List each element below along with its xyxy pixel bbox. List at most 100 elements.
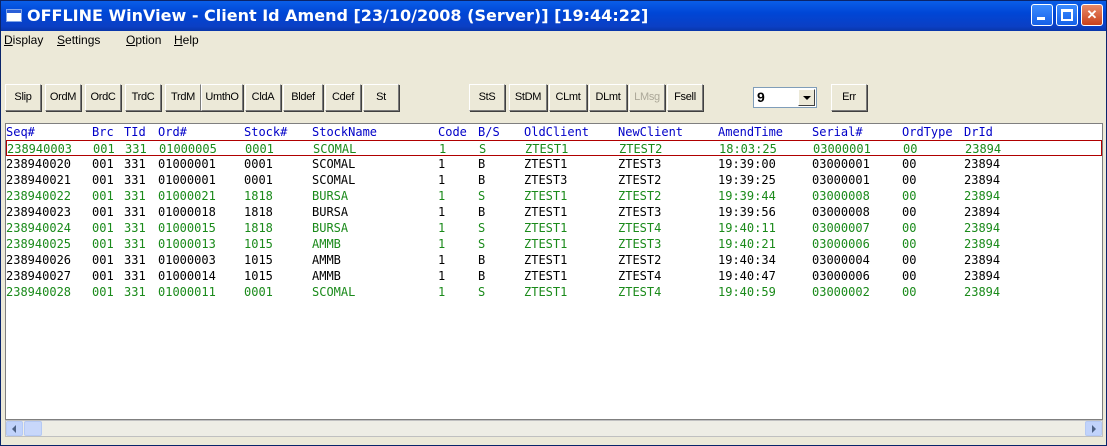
umtho-button[interactable]: UmthO: [201, 84, 243, 111]
header-ordtype[interactable]: OrdType: [902, 125, 953, 139]
cell-amendtime: 19:39:44: [718, 189, 776, 203]
cell-brc: 001: [93, 142, 115, 156]
cell-drid: 23894: [965, 142, 1002, 156]
horizontal-scrollbar[interactable]: [5, 420, 1103, 437]
cell-ord: 01000001: [158, 173, 216, 187]
st-button[interactable]: St: [363, 84, 399, 111]
cell-stockname: AMMB: [312, 237, 341, 251]
cell-newclient: ZTEST4: [618, 285, 662, 299]
cell-ord: 01000013: [158, 237, 216, 251]
cell-newclient: ZTEST4: [618, 221, 662, 235]
cell-drid: 23894: [964, 173, 1001, 187]
menu-settings[interactable]: Settings: [57, 33, 100, 47]
cell-ordtype: 00: [902, 205, 917, 219]
header-bs[interactable]: B/S: [478, 125, 500, 139]
table-row[interactable]: 238940023 001 331 01000018 1818 BURSA 1 B ZTEST1…: [6, 204, 1102, 220]
table-row[interactable]: 238940028 001 331 01000011 0001 SCOMAL 1 S ZTEST…: [6, 284, 1102, 300]
slip-button[interactable]: Slip: [5, 84, 41, 111]
cell-stock-no: 0001: [244, 157, 273, 171]
menu-option[interactable]: Option: [126, 33, 161, 47]
menu-display[interactable]: Display: [4, 33, 43, 47]
cell-code: 1: [438, 205, 446, 219]
ordm-button[interactable]: OrdM: [45, 84, 81, 111]
ordc-button[interactable]: OrdC: [85, 84, 121, 111]
cell-oldclient: ZTEST1: [524, 221, 568, 235]
sts-button[interactable]: StS: [469, 84, 505, 111]
header-stockname[interactable]: StockName: [312, 125, 377, 139]
maximize-button[interactable]: [1056, 4, 1078, 26]
header-newclient[interactable]: NewClient: [618, 125, 683, 139]
cell-code: 1: [438, 237, 446, 251]
table-row[interactable]: 238940027 001 331 01000014 1015 AMMB 1 B ZTEST1 Z…: [6, 268, 1102, 284]
cell-ord: 01000003: [158, 253, 216, 267]
cell-code: 1: [438, 253, 446, 267]
cell-stock-no: 1015: [244, 253, 273, 267]
cell-ordtype: 00: [902, 173, 917, 187]
cell-brc: 001: [92, 157, 114, 171]
cell-brc: 001: [92, 173, 114, 187]
header-code[interactable]: Code: [438, 125, 467, 139]
cell-amendtime: 19:40:34: [718, 253, 776, 267]
clda-button[interactable]: CldA: [245, 84, 281, 111]
cell-tid: 331: [124, 189, 146, 203]
table-row[interactable]: 238940021 001 331 01000001 0001 SCOMAL 1 B ZTEST…: [6, 172, 1102, 188]
cell-amendtime: 19:39:00: [718, 157, 776, 171]
table-row[interactable]: 238940022 001 331 01000021 1818 BURSA 1 S ZTEST1…: [6, 188, 1102, 204]
header-seq[interactable]: Seq#: [6, 125, 35, 139]
header-amendtime[interactable]: AmendTime: [718, 125, 783, 139]
minimize-button[interactable]: [1031, 4, 1053, 26]
title-bar[interactable]: OFFLINE WinView - Client Id Amend [23/10…: [1, 1, 1106, 31]
table-row[interactable]: 238940003 001 331 01000005 0001 SCOMAL 1 S ZTEST…: [6, 140, 1102, 156]
cell-bs: B: [478, 157, 486, 171]
header-tid[interactable]: TId: [124, 125, 146, 139]
header-brc[interactable]: Brc: [92, 125, 114, 139]
lmsg-button[interactable]: LMsg: [629, 84, 665, 111]
scroll-thumb[interactable]: [24, 421, 42, 436]
cell-stockname: SCOMAL: [312, 173, 356, 187]
table-row[interactable]: 238940026 001 331 01000003 1015 AMMB 1 B ZTEST1 Z…: [6, 252, 1102, 268]
scroll-left-icon[interactable]: [6, 421, 23, 436]
cell-amendtime: 19:40:59: [718, 285, 776, 299]
cell-ordtype: 00: [902, 189, 917, 203]
clmt-button[interactable]: CLmt: [549, 84, 587, 111]
window-title: OFFLINE WinView - Client Id Amend [23/10…: [27, 6, 649, 25]
cell-seq: 238940021: [6, 173, 72, 187]
header-oldclient[interactable]: OldClient: [524, 125, 589, 139]
bldef-button[interactable]: Bldef: [283, 84, 323, 111]
cell-drid: 23894: [964, 237, 1001, 251]
cdef-button[interactable]: Cdef: [325, 84, 361, 111]
cell-serial: 03000001: [812, 157, 870, 171]
cell-code: 1: [439, 142, 447, 156]
header-stock-no[interactable]: Stock#: [244, 125, 287, 139]
cell-amendtime: 19:39:25: [718, 173, 776, 187]
cell-oldclient: ZTEST1: [525, 142, 569, 156]
table-row[interactable]: 238940025 001 331 01000013 1015 AMMB 1 S ZTEST1 Z…: [6, 236, 1102, 252]
table-row[interactable]: 238940020 001 331 01000001 0001 SCOMAL 1 B ZTEST…: [6, 156, 1102, 172]
trdc-button[interactable]: TrdC: [125, 84, 161, 111]
close-button[interactable]: ✕: [1081, 4, 1103, 26]
header-serial[interactable]: Serial#: [812, 125, 863, 139]
trdm-button[interactable]: TrdM: [165, 84, 201, 111]
header-drid[interactable]: DrId: [964, 125, 993, 139]
menu-help[interactable]: Help: [174, 33, 199, 47]
cell-ordtype: 00: [902, 269, 917, 283]
toolbar: Slip OrdM OrdC TrdC TrdM UmthO CldA Blde…: [1, 49, 1106, 123]
cell-stockname: BURSA: [312, 221, 349, 235]
cell-stock-no: 1015: [244, 237, 273, 251]
stdm-button[interactable]: StDM: [509, 84, 547, 111]
cell-brc: 001: [92, 269, 114, 283]
chevron-down-icon[interactable]: [798, 89, 815, 106]
scroll-right-icon[interactable]: [1085, 421, 1102, 436]
header-ord[interactable]: Ord#: [158, 125, 187, 139]
table-row[interactable]: 238940024 001 331 01000015 1818 BURSA 1 S ZTEST1…: [6, 220, 1102, 236]
err-button[interactable]: Err: [831, 84, 867, 111]
maximize-icon: [1061, 9, 1073, 21]
cell-tid: 331: [124, 253, 146, 267]
cell-seq: 238940024: [6, 221, 72, 235]
cell-bs: B: [478, 205, 486, 219]
cell-newclient: ZTEST3: [618, 157, 662, 171]
dlmt-button[interactable]: DLmt: [589, 84, 627, 111]
count-select[interactable]: 9: [753, 87, 817, 108]
fsell-button[interactable]: Fsell: [667, 84, 703, 111]
cell-code: 1: [438, 269, 446, 283]
